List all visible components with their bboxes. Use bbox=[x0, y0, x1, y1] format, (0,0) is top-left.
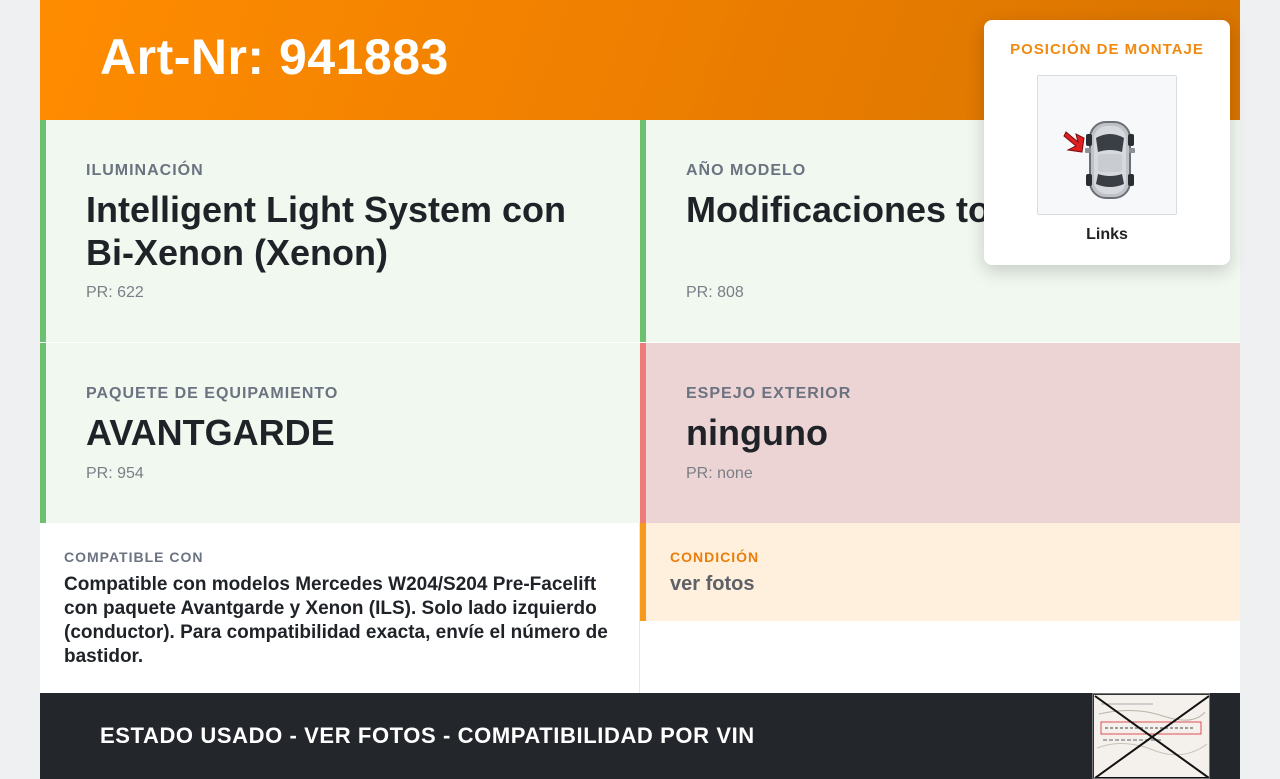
article-number-title: Art-Nr: 941883 bbox=[100, 29, 449, 85]
car-top-view-icon bbox=[1063, 121, 1135, 199]
condition-section: CONDICIÓN ver fotos bbox=[640, 523, 1240, 621]
model-year-pr-code: PR: 808 bbox=[686, 284, 744, 301]
mirror-value: ninguno bbox=[686, 412, 828, 453]
equipment-label: PAQUETE DE EQUIPAMIENTO bbox=[86, 385, 339, 402]
mirror-pr-code: PR: none bbox=[686, 465, 753, 482]
lighting-value: Intelligent Light System con Bi-Xenon (X… bbox=[86, 189, 567, 273]
footer-bar: ESTADO USADO - VER FOTOS - COMPATIBILIDA… bbox=[40, 693, 1240, 779]
model-year-label: AÑO MODELO bbox=[686, 162, 807, 179]
vehicle-document-icon bbox=[1093, 694, 1209, 778]
compatibility-label: COMPATIBLE CON bbox=[64, 549, 204, 565]
lighting-label: ILUMINACIÓN bbox=[86, 162, 204, 179]
mounting-position-card: POSICIÓN DE MONTAJE Links bbox=[984, 20, 1230, 265]
condition-label: CONDICIÓN bbox=[670, 549, 760, 565]
lighting-cell: ILUMINACIÓN Intelligent Light System con… bbox=[40, 120, 640, 342]
document-thumbnail[interactable] bbox=[1092, 693, 1210, 779]
footer-text: ESTADO USADO - VER FOTOS - COMPATIBILIDA… bbox=[100, 723, 755, 748]
equipment-cell: PAQUETE DE EQUIPAMIENTO AVANTGARDE PR: 9… bbox=[40, 343, 640, 523]
equipment-pr-code: PR: 954 bbox=[86, 465, 144, 482]
mounting-position-side: Links bbox=[1086, 226, 1128, 243]
mounting-position-image[interactable] bbox=[1037, 75, 1177, 215]
equipment-value: AVANTGARDE bbox=[86, 412, 335, 453]
condition-text: ver fotos bbox=[670, 573, 755, 595]
lighting-pr-code: PR: 622 bbox=[86, 284, 144, 301]
mirror-label: ESPEJO EXTERIOR bbox=[686, 385, 852, 402]
mounting-position-title: POSICIÓN DE MONTAJE bbox=[1010, 41, 1204, 58]
compatibility-section: COMPATIBLE CON Compatible con modelos Me… bbox=[40, 523, 640, 693]
compatibility-text: Compatible con modelos Mercedes W204/S20… bbox=[64, 574, 608, 667]
mirror-cell: ESPEJO EXTERIOR ninguno PR: none bbox=[640, 343, 1240, 523]
